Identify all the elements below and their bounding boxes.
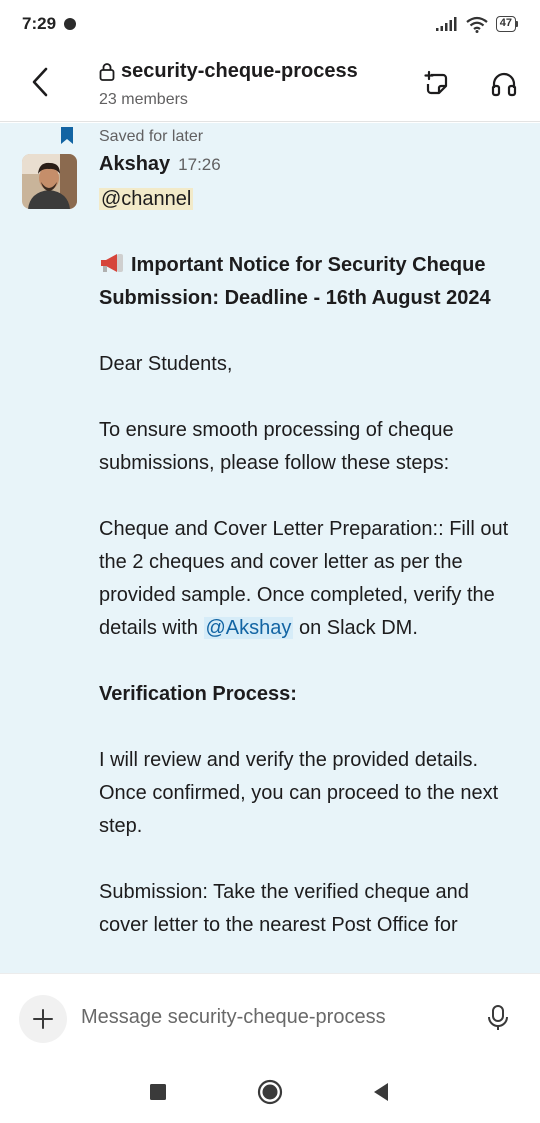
back-button[interactable] bbox=[22, 62, 58, 102]
chevron-left-icon bbox=[32, 67, 48, 97]
add-attachment-button[interactable] bbox=[19, 995, 67, 1043]
signal-icon bbox=[435, 17, 457, 31]
user-mention[interactable]: @Akshay bbox=[203, 617, 294, 639]
canvas-button[interactable] bbox=[421, 68, 453, 100]
canvas-icon bbox=[424, 70, 448, 95]
channel-header: security-cheque-process 23 members bbox=[0, 48, 540, 122]
wifi-icon bbox=[466, 16, 488, 33]
notice-title-text: Important Notice for Security Cheque Sub… bbox=[99, 254, 491, 309]
notice-title: Important Notice for Security Cheque Sub… bbox=[99, 249, 519, 315]
home-button[interactable] bbox=[255, 1077, 285, 1107]
message-meta: Akshay 17:26 bbox=[99, 153, 221, 176]
status-left: 7:29 bbox=[22, 14, 77, 34]
step1-suffix: on Slack DM. bbox=[298, 617, 418, 639]
message-input[interactable]: Message security-cheque-process bbox=[81, 1006, 386, 1029]
submission-text: Submission: Take the verified cheque and… bbox=[99, 881, 469, 936]
home-circle-icon bbox=[257, 1079, 283, 1105]
recording-dot-icon bbox=[64, 18, 77, 30]
verification-heading: Verification Process: bbox=[99, 683, 297, 705]
step1-paragraph: Cheque and Cover Letter Preparation:: Fi… bbox=[99, 513, 519, 645]
microphone-icon bbox=[488, 1005, 508, 1030]
channel-title[interactable]: security-cheque-process bbox=[99, 60, 358, 83]
huddle-button[interactable] bbox=[488, 68, 520, 100]
message-body: @channel Important Notice for Security C… bbox=[99, 183, 519, 942]
battery-icon: 47 bbox=[495, 16, 518, 32]
status-bar: 7:29 47 bbox=[0, 0, 540, 48]
verification-text: I will review and verify the provided de… bbox=[99, 749, 499, 837]
recents-button[interactable] bbox=[143, 1077, 173, 1107]
bookmark-icon bbox=[61, 127, 73, 144]
member-count[interactable]: 23 members bbox=[99, 91, 188, 109]
greeting-text: Dear Students, bbox=[99, 353, 233, 375]
saved-for-later-label: Saved for later bbox=[99, 128, 204, 145]
channel-name: security-cheque-process bbox=[121, 60, 358, 82]
status-time: 7:29 bbox=[22, 14, 57, 33]
megaphone-icon bbox=[101, 254, 123, 272]
system-nav-bar bbox=[0, 1061, 540, 1123]
plus-icon bbox=[33, 1009, 53, 1029]
avatar-image bbox=[22, 154, 77, 209]
message-timestamp[interactable]: 17:26 bbox=[178, 155, 221, 175]
square-icon bbox=[150, 1084, 166, 1100]
battery-level: 47 bbox=[495, 16, 516, 32]
lock-icon bbox=[99, 63, 115, 81]
triangle-back-icon bbox=[374, 1083, 388, 1101]
sender-name[interactable]: Akshay bbox=[99, 153, 170, 176]
message-composer: Message security-cheque-process bbox=[0, 973, 540, 1061]
system-back-button[interactable] bbox=[366, 1077, 396, 1107]
channel-mention[interactable]: @channel bbox=[99, 188, 194, 210]
intro-text: To ensure smooth processing of cheque su… bbox=[99, 419, 454, 474]
voice-message-button[interactable] bbox=[486, 1004, 514, 1034]
message-list[interactable]: Saved for later Akshay 17:26 @channel Im… bbox=[0, 123, 540, 973]
status-right: 47 bbox=[435, 16, 518, 33]
avatar[interactable] bbox=[22, 154, 77, 209]
headphones-icon bbox=[491, 72, 517, 97]
